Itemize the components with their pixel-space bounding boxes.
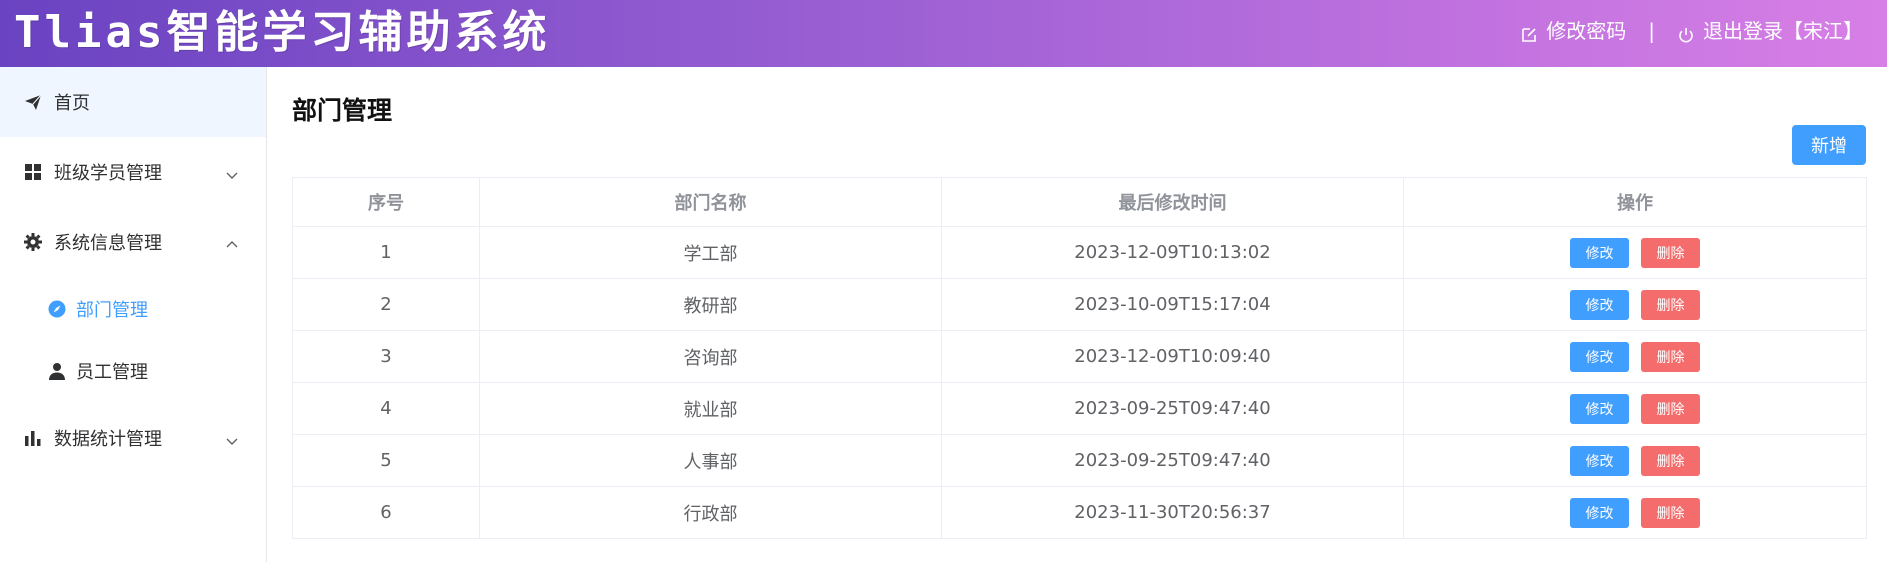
sidebar: 首页 班级学员管理 系统信息管理 部门管理 员工管理 数据统计管理 (0, 67, 267, 562)
column-header-time: 最后修改时间 (941, 177, 1404, 227)
row-dept-name: 学工部 (479, 226, 942, 279)
row-dept-name: 咨询部 (479, 330, 942, 383)
main-content: 部门管理 新增 序号 部门名称 最后修改时间 操作 1 学工部 2023-12-… (266, 67, 1887, 562)
row-no: 5 (292, 434, 480, 487)
sidebar-item-label: 首页 (54, 93, 90, 114)
delete-button[interactable]: 删除 (1641, 393, 1700, 424)
table-row: 2 教研部 2023-10-09T15:17:04 修改 删除 (292, 278, 1867, 331)
row-no: 6 (292, 486, 480, 539)
edit-icon (1520, 22, 1538, 42)
table-row: 4 就业部 2023-09-25T09:47:40 修改 删除 (292, 382, 1867, 435)
compass-icon (46, 298, 68, 320)
grid-icon (22, 161, 44, 183)
sidebar-item-label: 员工管理 (76, 362, 148, 383)
header-separator: | (1648, 19, 1655, 43)
sidebar-item-home[interactable]: 首页 (0, 67, 266, 137)
chevron-up-icon (226, 235, 238, 248)
bar-chart-icon (22, 427, 44, 449)
row-actions: 修改 删除 (1403, 330, 1867, 383)
delete-button[interactable]: 删除 (1641, 497, 1700, 528)
sidebar-item-dept-mgmt[interactable]: 部门管理 (0, 279, 266, 339)
edit-button[interactable]: 修改 (1570, 237, 1629, 268)
row-actions: 修改 删除 (1403, 226, 1867, 279)
change-password-link[interactable]: 修改密码 (1546, 16, 1626, 46)
row-no: 4 (292, 382, 480, 435)
column-header-no: 序号 (292, 177, 480, 227)
edit-button[interactable]: 修改 (1570, 393, 1629, 424)
delete-button[interactable]: 删除 (1641, 341, 1700, 372)
row-actions: 修改 删除 (1403, 382, 1867, 435)
row-updated-time: 2023-10-09T15:17:04 (941, 278, 1404, 331)
row-dept-name: 教研部 (479, 278, 942, 331)
user-icon (46, 360, 68, 382)
row-dept-name: 人事部 (479, 434, 942, 487)
row-updated-time: 2023-09-25T09:47:40 (941, 434, 1404, 487)
edit-button[interactable]: 修改 (1570, 341, 1629, 372)
sidebar-item-system-info[interactable]: 系统信息管理 (0, 207, 266, 277)
gear-icon (22, 231, 44, 253)
sidebar-item-label: 数据统计管理 (54, 429, 162, 450)
table-header-row: 序号 部门名称 最后修改时间 操作 (292, 177, 1867, 227)
sidebar-item-emp-mgmt[interactable]: 员工管理 (0, 341, 266, 401)
paper-plane-icon (22, 91, 44, 113)
table-row: 6 行政部 2023-11-30T20:56:37 修改 删除 (292, 486, 1867, 539)
row-updated-time: 2023-09-25T09:47:40 (941, 382, 1404, 435)
row-no: 3 (292, 330, 480, 383)
power-icon (1677, 22, 1695, 43)
table-row: 3 咨询部 2023-12-09T10:09:40 修改 删除 (292, 330, 1867, 383)
delete-button[interactable]: 删除 (1641, 237, 1700, 268)
department-table: 序号 部门名称 最后修改时间 操作 1 学工部 2023-12-09T10:13… (292, 177, 1867, 539)
page-title: 部门管理 (292, 96, 393, 125)
logout-link[interactable]: 退出登录【宋江】 (1703, 16, 1863, 46)
column-header-name: 部门名称 (479, 177, 942, 227)
chevron-down-icon (226, 165, 238, 179)
row-actions: 修改 删除 (1403, 278, 1867, 331)
column-header-actions: 操作 (1403, 177, 1867, 227)
row-updated-time: 2023-11-30T20:56:37 (941, 486, 1404, 539)
row-no: 1 (292, 226, 480, 279)
delete-button[interactable]: 删除 (1641, 445, 1700, 476)
table-row: 1 学工部 2023-12-09T10:13:02 修改 删除 (292, 226, 1867, 279)
row-actions: 修改 删除 (1403, 434, 1867, 487)
row-no: 2 (292, 278, 480, 331)
row-updated-time: 2023-12-09T10:09:40 (941, 330, 1404, 383)
delete-button[interactable]: 删除 (1641, 289, 1700, 320)
sidebar-item-label: 班级学员管理 (54, 163, 162, 184)
row-dept-name: 就业部 (479, 382, 942, 435)
edit-button[interactable]: 修改 (1570, 497, 1629, 528)
sidebar-item-label: 系统信息管理 (54, 233, 162, 254)
sidebar-item-stats[interactable]: 数据统计管理 (0, 403, 266, 473)
row-actions: 修改 删除 (1403, 486, 1867, 539)
row-dept-name: 行政部 (479, 486, 942, 539)
add-department-button[interactable]: 新增 (1792, 125, 1866, 165)
sidebar-item-label: 部门管理 (76, 300, 148, 321)
sidebar-item-class-student[interactable]: 班级学员管理 (0, 137, 266, 207)
header-actions: 修改密码 | 退出登录【宋江】 (1520, 16, 1863, 46)
table-row: 5 人事部 2023-09-25T09:47:40 修改 删除 (292, 434, 1867, 487)
row-updated-time: 2023-12-09T10:13:02 (941, 226, 1404, 279)
edit-button[interactable]: 修改 (1570, 445, 1629, 476)
edit-button[interactable]: 修改 (1570, 289, 1629, 320)
app-title: Tlias智能学习辅助系统 (14, 7, 551, 58)
chevron-down-icon (226, 431, 238, 445)
top-header: Tlias智能学习辅助系统 修改密码 | 退出登录【宋江】 (0, 0, 1887, 67)
